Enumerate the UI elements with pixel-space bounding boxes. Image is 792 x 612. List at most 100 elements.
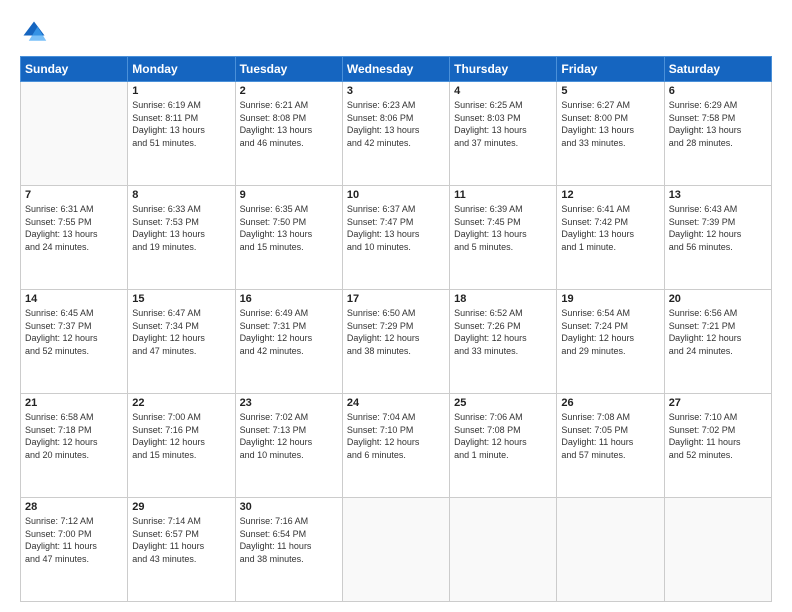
day-number: 27 xyxy=(669,397,767,409)
day-info: Sunrise: 6:49 AM Sunset: 7:31 PM Dayligh… xyxy=(240,307,338,357)
day-number: 21 xyxy=(25,397,123,409)
day-number: 16 xyxy=(240,293,338,305)
calendar-cell: 14 Sunrise: 6:45 AM Sunset: 7:37 PM Dayli… xyxy=(21,290,128,394)
calendar-cell: 7 Sunrise: 6:31 AM Sunset: 7:55 PM Daylig… xyxy=(21,186,128,290)
day-number: 20 xyxy=(669,293,767,305)
day-info: Sunrise: 6:29 AM Sunset: 7:58 PM Dayligh… xyxy=(669,99,767,149)
day-info: Sunrise: 6:33 AM Sunset: 7:53 PM Dayligh… xyxy=(132,203,230,253)
day-number: 19 xyxy=(561,293,659,305)
weekday-header-monday: Monday xyxy=(128,57,235,82)
calendar-cell: 28 Sunrise: 7:12 AM Sunset: 7:00 PM Dayli… xyxy=(21,498,128,602)
calendar-cell: 25 Sunrise: 7:06 AM Sunset: 7:08 PM Dayli… xyxy=(450,394,557,498)
calendar-cell xyxy=(557,498,664,602)
logo xyxy=(20,18,52,46)
day-number: 1 xyxy=(132,85,230,97)
calendar-table: SundayMondayTuesdayWednesdayThursdayFrid… xyxy=(20,56,772,602)
day-number: 7 xyxy=(25,189,123,201)
calendar-cell: 22 Sunrise: 7:00 AM Sunset: 7:16 PM Dayli… xyxy=(128,394,235,498)
day-number: 22 xyxy=(132,397,230,409)
day-info: Sunrise: 7:00 AM Sunset: 7:16 PM Dayligh… xyxy=(132,411,230,461)
calendar-cell: 11 Sunrise: 6:39 AM Sunset: 7:45 PM Dayli… xyxy=(450,186,557,290)
day-info: Sunrise: 6:47 AM Sunset: 7:34 PM Dayligh… xyxy=(132,307,230,357)
calendar-cell: 23 Sunrise: 7:02 AM Sunset: 7:13 PM Dayli… xyxy=(235,394,342,498)
calendar-week-row: 28 Sunrise: 7:12 AM Sunset: 7:00 PM Dayli… xyxy=(21,498,772,602)
day-info: Sunrise: 6:58 AM Sunset: 7:18 PM Dayligh… xyxy=(25,411,123,461)
calendar-cell: 1 Sunrise: 6:19 AM Sunset: 8:11 PM Daylig… xyxy=(128,82,235,186)
day-number: 3 xyxy=(347,85,445,97)
day-info: Sunrise: 6:37 AM Sunset: 7:47 PM Dayligh… xyxy=(347,203,445,253)
calendar-cell: 8 Sunrise: 6:33 AM Sunset: 7:53 PM Daylig… xyxy=(128,186,235,290)
calendar-cell: 5 Sunrise: 6:27 AM Sunset: 8:00 PM Daylig… xyxy=(557,82,664,186)
calendar-cell: 29 Sunrise: 7:14 AM Sunset: 6:57 PM Dayli… xyxy=(128,498,235,602)
calendar-cell: 27Sunrise: 7:10 AM Sunset: 7:02 PM Dayli… xyxy=(664,394,771,498)
calendar-cell: 19 Sunrise: 6:54 AM Sunset: 7:24 PM Dayli… xyxy=(557,290,664,394)
day-info: Sunrise: 6:35 AM Sunset: 7:50 PM Dayligh… xyxy=(240,203,338,253)
day-info: Sunrise: 6:31 AM Sunset: 7:55 PM Dayligh… xyxy=(25,203,123,253)
calendar-cell: 3 Sunrise: 6:23 AM Sunset: 8:06 PM Daylig… xyxy=(342,82,449,186)
day-info: Sunrise: 6:39 AM Sunset: 7:45 PM Dayligh… xyxy=(454,203,552,253)
day-number: 25 xyxy=(454,397,552,409)
calendar-cell: 20 Sunrise: 6:56 AM Sunset: 7:21 PM Dayli… xyxy=(664,290,771,394)
day-number: 13 xyxy=(669,189,767,201)
day-number: 6 xyxy=(669,85,767,97)
day-info: Sunrise: 7:06 AM Sunset: 7:08 PM Dayligh… xyxy=(454,411,552,461)
calendar-week-row: 14 Sunrise: 6:45 AM Sunset: 7:37 PM Dayli… xyxy=(21,290,772,394)
logo-icon xyxy=(20,18,48,46)
day-number: 23 xyxy=(240,397,338,409)
weekday-header-friday: Friday xyxy=(557,57,664,82)
calendar-cell: 9 Sunrise: 6:35 AM Sunset: 7:50 PM Daylig… xyxy=(235,186,342,290)
day-number: 30 xyxy=(240,501,338,513)
day-info: Sunrise: 6:54 AM Sunset: 7:24 PM Dayligh… xyxy=(561,307,659,357)
day-number: 29 xyxy=(132,501,230,513)
header xyxy=(20,18,772,46)
day-number: 5 xyxy=(561,85,659,97)
day-number: 12 xyxy=(561,189,659,201)
calendar-cell: 12 Sunrise: 6:41 AM Sunset: 7:42 PM Dayli… xyxy=(557,186,664,290)
calendar-cell: 17 Sunrise: 6:50 AM Sunset: 7:29 PM Dayli… xyxy=(342,290,449,394)
page: SundayMondayTuesdayWednesdayThursdayFrid… xyxy=(0,0,792,612)
weekday-header-wednesday: Wednesday xyxy=(342,57,449,82)
calendar-cell: 18Sunrise: 6:52 AM Sunset: 7:26 PM Dayli… xyxy=(450,290,557,394)
calendar-cell: 24Sunrise: 7:04 AM Sunset: 7:10 PM Dayli… xyxy=(342,394,449,498)
calendar-cell: 6 Sunrise: 6:29 AM Sunset: 7:58 PM Daylig… xyxy=(664,82,771,186)
calendar-cell: 26 Sunrise: 7:08 AM Sunset: 7:05 PM Dayli… xyxy=(557,394,664,498)
day-info: Sunrise: 6:23 AM Sunset: 8:06 PM Dayligh… xyxy=(347,99,445,149)
day-info: Sunrise: 6:25 AM Sunset: 8:03 PM Dayligh… xyxy=(454,99,552,149)
day-number: 10 xyxy=(347,189,445,201)
day-number: 4 xyxy=(454,85,552,97)
day-info: Sunrise: 7:02 AM Sunset: 7:13 PM Dayligh… xyxy=(240,411,338,461)
calendar-cell: 13 Sunrise: 6:43 AM Sunset: 7:39 PM Dayli… xyxy=(664,186,771,290)
weekday-header-sunday: Sunday xyxy=(21,57,128,82)
day-number: 11 xyxy=(454,189,552,201)
day-info: Sunrise: 7:14 AM Sunset: 6:57 PM Dayligh… xyxy=(132,515,230,565)
weekday-header-tuesday: Tuesday xyxy=(235,57,342,82)
day-info: Sunrise: 6:43 AM Sunset: 7:39 PM Dayligh… xyxy=(669,203,767,253)
day-info: Sunrise: 6:21 AM Sunset: 8:08 PM Dayligh… xyxy=(240,99,338,149)
day-info: Sunrise: 7:12 AM Sunset: 7:00 PM Dayligh… xyxy=(25,515,123,565)
calendar-cell xyxy=(21,82,128,186)
day-number: 17 xyxy=(347,293,445,305)
day-number: 26 xyxy=(561,397,659,409)
weekday-header-thursday: Thursday xyxy=(450,57,557,82)
calendar-cell xyxy=(664,498,771,602)
day-number: 8 xyxy=(132,189,230,201)
day-info: Sunrise: 7:04 AM Sunset: 7:10 PM Dayligh… xyxy=(347,411,445,461)
calendar-week-row: 1 Sunrise: 6:19 AM Sunset: 8:11 PM Daylig… xyxy=(21,82,772,186)
day-info: Sunrise: 6:52 AM Sunset: 7:26 PM Dayligh… xyxy=(454,307,552,357)
day-number: 15 xyxy=(132,293,230,305)
day-number: 9 xyxy=(240,189,338,201)
day-info: Sunrise: 7:16 AM Sunset: 6:54 PM Dayligh… xyxy=(240,515,338,565)
day-info: Sunrise: 6:41 AM Sunset: 7:42 PM Dayligh… xyxy=(561,203,659,253)
day-number: 14 xyxy=(25,293,123,305)
day-info: Sunrise: 6:19 AM Sunset: 8:11 PM Dayligh… xyxy=(132,99,230,149)
weekday-header-saturday: Saturday xyxy=(664,57,771,82)
day-info: Sunrise: 6:56 AM Sunset: 7:21 PM Dayligh… xyxy=(669,307,767,357)
day-info: Sunrise: 7:08 AM Sunset: 7:05 PM Dayligh… xyxy=(561,411,659,461)
day-number: 28 xyxy=(25,501,123,513)
day-info: Sunrise: 6:50 AM Sunset: 7:29 PM Dayligh… xyxy=(347,307,445,357)
calendar-cell: 21 Sunrise: 6:58 AM Sunset: 7:18 PM Dayli… xyxy=(21,394,128,498)
calendar-week-row: 7 Sunrise: 6:31 AM Sunset: 7:55 PM Daylig… xyxy=(21,186,772,290)
calendar-cell: 10 Sunrise: 6:37 AM Sunset: 7:47 PM Dayli… xyxy=(342,186,449,290)
day-info: Sunrise: 6:27 AM Sunset: 8:00 PM Dayligh… xyxy=(561,99,659,149)
day-info: Sunrise: 6:45 AM Sunset: 7:37 PM Dayligh… xyxy=(25,307,123,357)
